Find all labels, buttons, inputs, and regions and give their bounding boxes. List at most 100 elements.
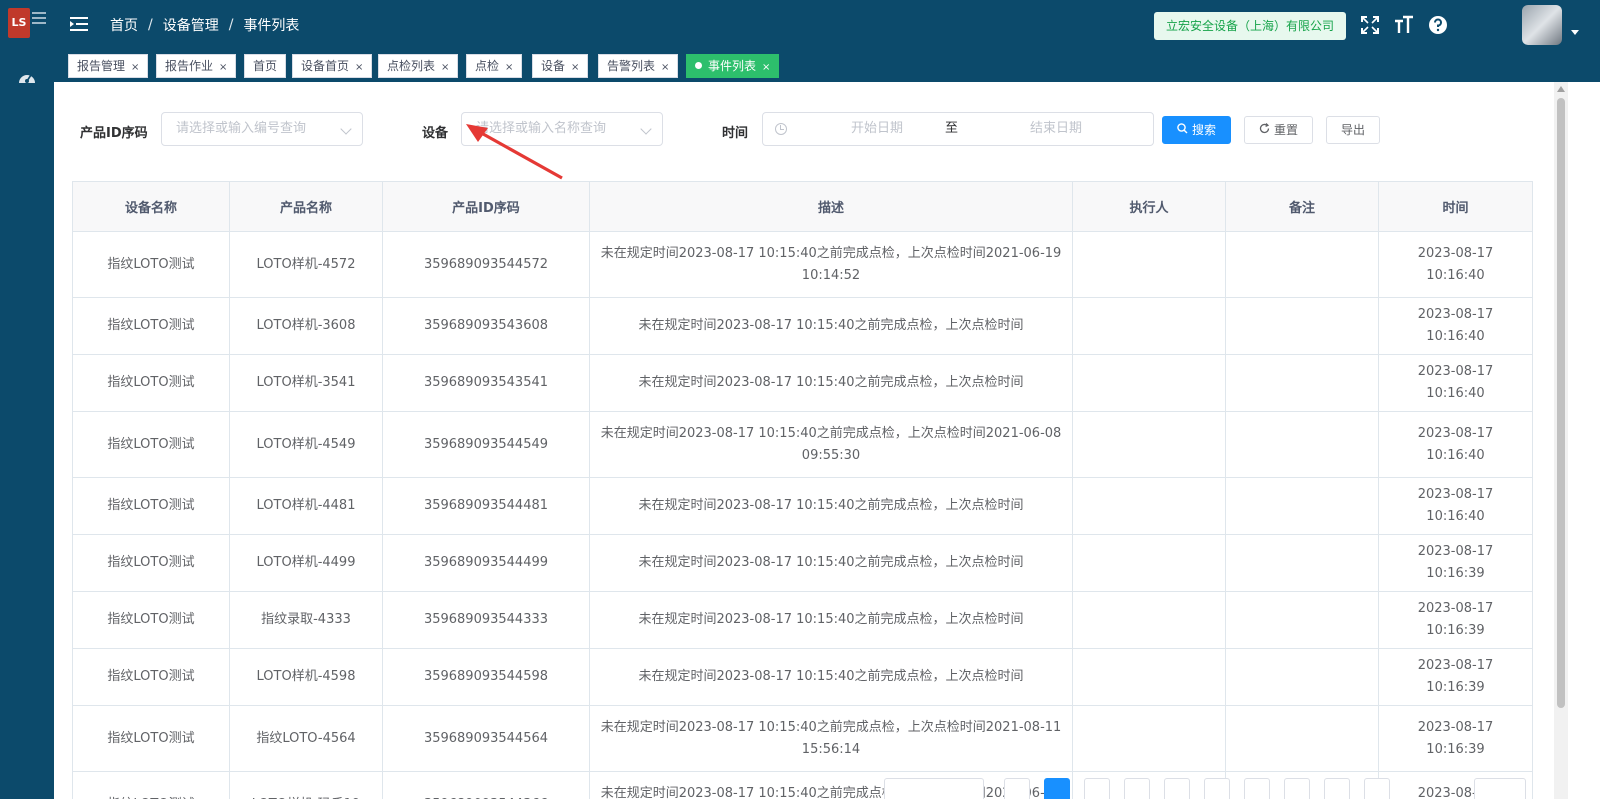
cell-time: 2023-08-17 10:16:40 (1378, 411, 1533, 478)
next-page-button[interactable] (1364, 778, 1390, 799)
cell-device-name: 指纹LOTO测试 (72, 477, 230, 535)
table-row: 指纹LOTO测试 LOTO样机-3541 359689093543541 未在规定时间… (72, 354, 1533, 412)
font-size-icon[interactable] (1394, 15, 1414, 35)
export-button[interactable]: 导出 (1326, 116, 1381, 144)
column-header: 设备名称 (72, 181, 230, 232)
page-button[interactable] (1324, 778, 1350, 799)
cell-description: 未在规定时间2023-08-17 10:15:40之前完成点检，上次点检时间20… (589, 411, 1073, 478)
cell-product-name: LOTO样机-4572 (229, 231, 383, 298)
cell-product-id: 359689093544366 (382, 771, 590, 799)
start-date-input[interactable]: 开始日期 (837, 113, 917, 145)
page-button[interactable] (1204, 778, 1230, 799)
cell-product-name: LOTO样机-4499 (229, 534, 383, 592)
prev-page-button[interactable] (1004, 778, 1030, 799)
breadcrumb-separator: / (228, 17, 234, 33)
tab-inspection-list[interactable]: 点检列表 × (378, 54, 459, 78)
tab-device[interactable]: 设备 × (532, 54, 589, 78)
tab-inspection[interactable]: 点检 × (466, 54, 523, 78)
tab-home[interactable]: 首页 (244, 54, 287, 78)
reset-button[interactable]: 重置 (1244, 116, 1314, 144)
cell-device-name: 指纹LOTO测试 (72, 411, 230, 478)
search-button-label: 搜索 (1192, 123, 1217, 137)
close-icon[interactable]: × (661, 62, 669, 73)
cell-executor (1072, 648, 1226, 706)
cell-note (1225, 411, 1379, 478)
product-id-select[interactable]: 请选择或输入编号查询 (161, 112, 363, 146)
page-button[interactable] (1244, 778, 1270, 799)
caret-down-icon[interactable] (1571, 30, 1579, 35)
cell-product-id: 359689093544333 (382, 591, 590, 649)
cell-executor (1072, 705, 1226, 772)
cell-executor (1072, 297, 1226, 355)
search-button[interactable]: 搜索 (1162, 116, 1232, 144)
cell-description: 未在规定时间2023-08-17 10:15:40之前完成点检，上次点检时间 (589, 534, 1073, 592)
jump-page-input[interactable] (1474, 778, 1526, 799)
close-icon[interactable]: × (762, 62, 770, 73)
page-size-select[interactable] (884, 778, 984, 799)
cell-description: 未在规定时间2023-08-17 10:15:40之前完成点检，上次点检时间 (589, 591, 1073, 649)
date-range-picker[interactable]: 开始日期 至 结束日期 (762, 112, 1154, 146)
cell-note (1225, 591, 1379, 649)
time-label: 时间 (722, 126, 749, 141)
help-icon[interactable] (1428, 15, 1448, 35)
page-button-active[interactable] (1044, 778, 1070, 799)
scroll-up-icon[interactable] (1557, 86, 1565, 92)
table-header-row: 设备名称 产品名称 产品ID序码 描述 执行人 备注 时间 (72, 181, 1533, 232)
cell-product-name: 指纹录取-4333 (229, 591, 383, 649)
table-row: 指纹LOTO测试 LOTO样机-4549 359689093544549 未在规定时间… (72, 411, 1533, 478)
cell-description: 未在规定时间2023-08-17 10:15:40之前完成点检，上次点检时间20… (589, 771, 1073, 799)
cell-product-id: 359689093543541 (382, 354, 590, 412)
cell-product-id: 359689093544598 (382, 648, 590, 706)
close-icon[interactable]: × (355, 62, 363, 73)
tab-label: 点检列表 (387, 59, 436, 73)
fullscreen-icon[interactable] (1360, 15, 1380, 35)
breadcrumb-home[interactable]: 首页 (110, 15, 138, 35)
cell-product-name: LOTO样机-3541 (229, 354, 383, 412)
event-table: 设备名称 产品名称 产品ID序码 描述 执行人 备注 时间 指纹LOTO测试 LO… (72, 181, 1533, 799)
tab-report-job[interactable]: 报告作业 × (156, 54, 237, 78)
page-button[interactable] (1084, 778, 1110, 799)
close-icon[interactable]: × (441, 62, 449, 73)
cell-note (1225, 231, 1379, 298)
cell-time: 2023-08-17 10:16:39 (1378, 705, 1533, 772)
cell-description: 未在规定时间2023-08-17 10:15:40之前完成点检，上次点检时间20… (589, 705, 1073, 772)
tab-label: 设备 (541, 59, 566, 73)
clock-icon (775, 123, 787, 135)
cell-time: 2023-08-17 10:16:40 (1378, 354, 1533, 412)
table-row: 指纹LOTO测试 LOTO样机-4572 359689093544572 未在规定时间… (72, 231, 1533, 298)
page-button[interactable] (1284, 778, 1310, 799)
page-button[interactable] (1124, 778, 1150, 799)
tab-report-management[interactable]: 报告管理 × (68, 54, 149, 78)
cell-description: 未在规定时间2023-08-17 10:15:40之前完成点检，上次点检时间20… (589, 231, 1073, 298)
tab-device-home[interactable]: 设备首页 × (292, 54, 373, 78)
menu-fold-icon[interactable] (70, 16, 88, 32)
vertical-scrollbar[interactable] (1554, 82, 1568, 799)
dashboard-icon[interactable] (18, 70, 36, 84)
top-header: 首页 / 设备管理 / 事件列表 立宏安全设备（上海）有限公司 (54, 0, 1600, 50)
close-icon[interactable]: × (219, 62, 227, 73)
table-row: 指纹LOTO测试LOTO样机-玛氏19359689093544366未在规定时间… (72, 771, 1533, 799)
breadcrumb-separator: / (148, 17, 153, 33)
tab-event-list[interactable]: 事件列表 × (686, 54, 780, 78)
arrow-annotation-icon (466, 124, 563, 180)
cell-device-name: 指纹LOTO测试 (72, 231, 230, 298)
cell-executor (1072, 591, 1226, 649)
cell-time: 2023-08-17 10:16:40 (1378, 231, 1533, 298)
cell-product-name: LOTO样机-4481 (229, 477, 383, 535)
close-icon[interactable]: × (571, 62, 579, 73)
logo-mark-icon: LS (11, 16, 27, 29)
table-row: 指纹LOTO测试 LOTO样机-4598 359689093544598 未在规定时间… (72, 648, 1533, 706)
page-button[interactable] (1164, 778, 1190, 799)
breadcrumb-device-management[interactable]: 设备管理 (163, 15, 219, 35)
close-icon[interactable]: × (505, 62, 513, 73)
reset-button-label: 重置 (1274, 123, 1299, 137)
company-badge: 立宏安全设备（上海）有限公司 (1154, 12, 1347, 40)
cell-product-name: LOTO样机-玛氏19 (229, 771, 383, 799)
end-date-input[interactable]: 结束日期 (1011, 113, 1101, 145)
scrollbar-thumb[interactable] (1557, 98, 1565, 708)
tab-alarm-list[interactable]: 告警列表 × (598, 54, 679, 78)
user-avatar[interactable] (1522, 5, 1562, 45)
cell-time: 2023-08-17 10:16:40 (1378, 297, 1533, 355)
close-icon[interactable]: × (131, 62, 139, 73)
column-header: 时间 (1378, 181, 1533, 232)
